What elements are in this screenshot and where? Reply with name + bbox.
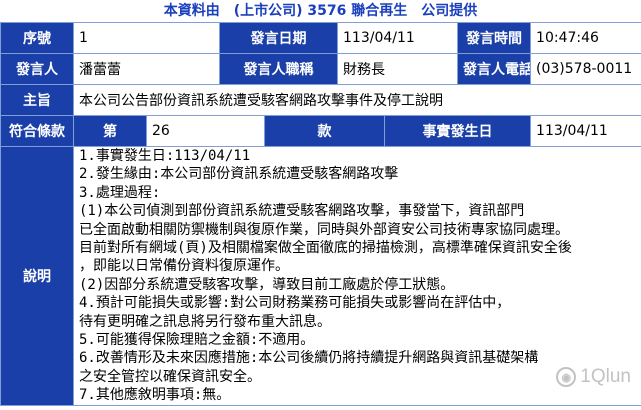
article-label: 第 [73, 115, 147, 147]
description-line: 待有更明確之訊息將另行發布重大訊息。 [79, 313, 331, 330]
clause-label: 符合條款 [0, 115, 74, 147]
speaker-title-label: 發言人職稱 [219, 53, 339, 85]
phone-label: 發言人電話 [457, 53, 532, 85]
description-line: (2)因部分系統遭受駭客攻擊，導致目前工廠處於停工狀態。 [79, 276, 455, 293]
subject-label: 主旨 [0, 84, 74, 116]
speaker-title-value: 財務長 [337, 53, 459, 85]
serial-label: 序號 [0, 22, 74, 54]
description-line: 7.其他應敘明事項:無。 [79, 387, 231, 404]
page-header: 本資料由 (上市公司) 3576 聯合再生 公司提供 [163, 3, 478, 19]
phone-value: (03)578-0011 [530, 53, 641, 85]
description-line: 5.可能獲得保險理賠之金額:不適用。 [79, 332, 315, 349]
description-line: 4.預計可能損失或影響:對公司財務業務可能損失或影響尚在評估中， [79, 295, 511, 312]
description-line: (1)本公司偵測到部份資訊系統遭受駭客網路攻擊，事發當下，資訊部門 [79, 203, 525, 220]
description-line: 2.發生緣由:本公司部份資訊系統遭受駭客網路攻擊 [79, 166, 399, 183]
date-value: 113/04/11 [337, 22, 459, 54]
time-label: 發言時間 [457, 22, 532, 54]
date-label: 發言日期 [219, 22, 339, 54]
fact-date-value: 113/04/11 [530, 115, 641, 147]
circle-logo-icon: ◉ [556, 367, 577, 387]
description-label: 說明 [0, 146, 74, 406]
time-value: 10:47:46 [530, 22, 641, 54]
description-line: 已全面啟動相關防禦機制與復原作業，同時與外部資安公司技術專家協同處理。 [79, 221, 569, 238]
description-line: 之安全管控以確保資訊安全。 [79, 368, 261, 385]
item-label: 款 [264, 115, 386, 147]
subject-value: 本公司公告部份資訊系統遭受駭客網路攻擊事件及停工說明 [72, 84, 641, 116]
speaker-label: 發言人 [0, 53, 74, 85]
speaker-value: 潘蕾蕾 [72, 53, 221, 85]
announcement-table: 序號 1 發言日期 113/04/11 發言時間 10:47:46 發言人 潘蕾… [0, 22, 641, 406]
description-line: 6.改善情形及未來因應措施:本公司後續仍將持續提升網路與資訊基礎架構 [79, 350, 539, 367]
watermark-text: 1Qlun [580, 366, 631, 387]
description-line: 1.事實發生日:113/04/11 [79, 148, 251, 164]
fact-date-label: 事實發生日 [384, 115, 532, 147]
description-line: ，即能以日常備份資料復原運作。 [79, 258, 289, 275]
watermark: ◉ 1Qlun [556, 366, 631, 388]
description-line: 目前對所有網域(頁)及相關檔案做全面徹底的掃描檢測，高標準確保資訊安全後 [79, 240, 572, 257]
serial-value: 1 [72, 22, 221, 54]
article-value: 26 [145, 115, 266, 147]
description-line: 3.處理過程: [79, 184, 161, 201]
